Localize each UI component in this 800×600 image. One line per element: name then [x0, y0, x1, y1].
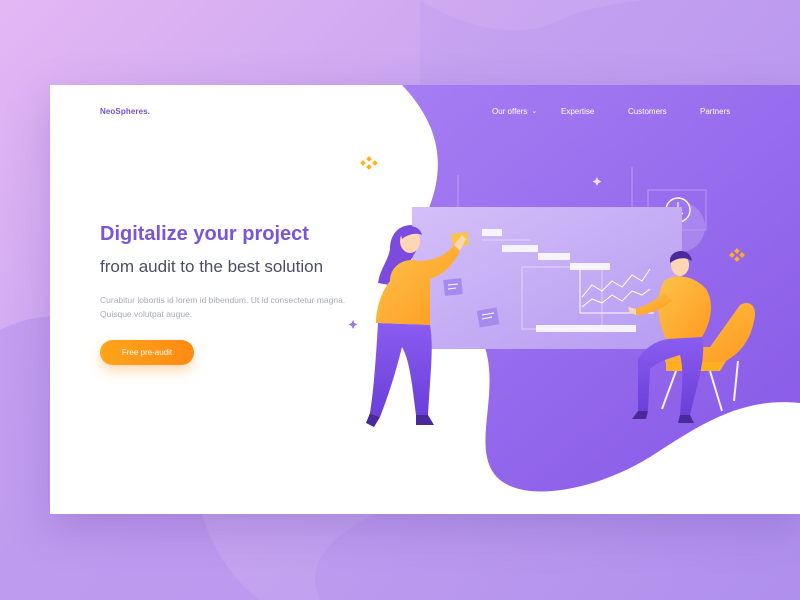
- nav-item-label: Our offers: [492, 107, 528, 116]
- sparkle-icon: [348, 320, 358, 329]
- free-pre-audit-button[interactable]: Free pre-audit: [100, 340, 194, 365]
- hero-headline: Digitalize your project: [100, 223, 309, 245]
- top-navigation: Our offers ⌄ Expertise Customers Partners: [50, 107, 800, 119]
- sticky-note: [443, 278, 463, 296]
- nav-item-our-offers[interactable]: Our offers ⌄: [492, 107, 537, 116]
- chevron-down-icon: ⌄: [531, 108, 538, 115]
- hero-subheadline: from audit to the best solution: [100, 257, 324, 276]
- sparkle-icon: [360, 156, 378, 170]
- nav-item-partners[interactable]: Partners: [700, 107, 730, 116]
- nav-item-expertise[interactable]: Expertise: [561, 107, 594, 116]
- landing-card: NeoSpheres. Our offers ⌄ Expertise Custom…: [50, 85, 800, 514]
- hero-description: Curabitur lobortis id lorem id bibendum.…: [100, 295, 346, 319]
- nav-item-customers[interactable]: Customers: [628, 107, 667, 116]
